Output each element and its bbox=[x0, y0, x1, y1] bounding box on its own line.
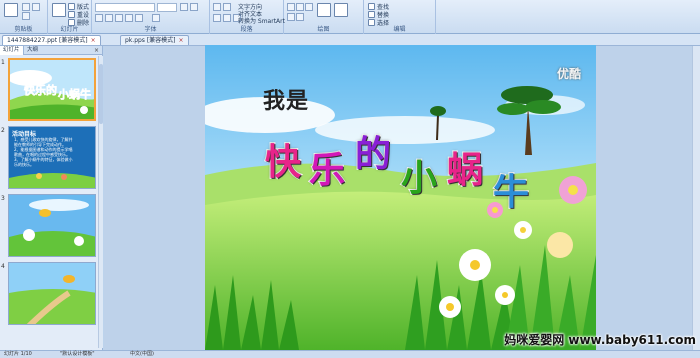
title-char-1: 快 bbox=[264, 141, 302, 184]
current-slide[interactable]: 我是 快 乐 的 小 蜗 牛 优酷 bbox=[205, 45, 596, 350]
doc-tab-label: pk.pps [兼容模式] bbox=[125, 37, 176, 44]
svg-text:快乐的: 快乐的 bbox=[23, 83, 57, 97]
slide-thumbnail-3[interactable] bbox=[8, 194, 96, 257]
group-label: 剪贴板 bbox=[14, 26, 33, 33]
shape-arrow-icon[interactable] bbox=[287, 13, 295, 21]
thumb-line: 乐的快乐。 bbox=[14, 162, 34, 167]
group-label: 绘图 bbox=[317, 26, 330, 33]
scrollbar-thumb[interactable] bbox=[99, 64, 103, 124]
site-watermark: 妈咪爱婴网 www.baby611.com bbox=[504, 333, 696, 347]
group-label: 幻灯片 bbox=[60, 26, 79, 33]
panel-scrollbar[interactable] bbox=[98, 56, 103, 348]
canvas-scrollbar[interactable] bbox=[692, 46, 700, 350]
replace-icon bbox=[368, 11, 375, 18]
title-char-5: 蜗 bbox=[446, 149, 484, 192]
strikethrough-icon[interactable] bbox=[125, 14, 133, 22]
ribbon-group-slides: 版式 重设 删除 幻灯片 bbox=[48, 0, 92, 34]
doc-tab-label: 1447884227.ppt [兼容模式] bbox=[7, 37, 88, 44]
font-name-combo[interactable] bbox=[95, 3, 155, 12]
doc-tab-main[interactable]: 1447884227.ppt [兼容模式] × bbox=[2, 35, 101, 45]
shape-rect-icon[interactable] bbox=[287, 3, 295, 11]
find-icon bbox=[368, 3, 375, 10]
reset-icon bbox=[68, 11, 75, 18]
ribbon-group-paragraph: 文字方向 对齐文本 转换为 SmartArt 段落 bbox=[210, 0, 285, 34]
title-char-4: 小 bbox=[400, 157, 438, 200]
corner-logo: 优酷 bbox=[557, 67, 582, 81]
status-language: 中文(中国) bbox=[130, 351, 154, 357]
thumb-number: 2 bbox=[1, 127, 5, 134]
grow-font-icon[interactable] bbox=[180, 3, 188, 11]
italic-icon[interactable] bbox=[105, 14, 113, 22]
ribbon-group-font: 字体 bbox=[92, 0, 210, 34]
underline-icon[interactable] bbox=[115, 14, 123, 22]
tab-slides[interactable]: 幻灯片 bbox=[0, 46, 24, 55]
layout-icon bbox=[68, 3, 75, 10]
thumb-1-art: 快乐的 小蜗牛 bbox=[10, 60, 94, 119]
format-painter-icon[interactable] bbox=[32, 3, 40, 11]
paste-icon[interactable] bbox=[4, 3, 18, 17]
shape-line-icon[interactable] bbox=[305, 3, 313, 11]
font-size-combo[interactable] bbox=[157, 3, 177, 12]
status-theme: "默认设计模板" bbox=[60, 351, 95, 357]
ribbon-group-drawing: 绘图 bbox=[284, 0, 364, 34]
thumb-4-art bbox=[9, 263, 95, 324]
close-panel-icon[interactable]: × bbox=[94, 46, 99, 55]
title-char-2: 乐 bbox=[308, 149, 346, 192]
ribbon: 剪贴板 版式 重设 删除 幻灯片 字体 文字方向 对齐文本 转换为 SmartA… bbox=[0, 0, 700, 34]
thumb-3-art bbox=[9, 195, 95, 256]
status-slide-info: 幻灯片 1/10 bbox=[4, 351, 32, 357]
tab-outline[interactable]: 大纲 bbox=[24, 46, 41, 55]
title-char-3: 的 bbox=[354, 133, 392, 176]
align-center-icon[interactable] bbox=[223, 14, 231, 22]
shrink-font-icon[interactable] bbox=[190, 3, 198, 11]
status-bar: 幻灯片 1/10 "默认设计模板" 中文(中国) bbox=[0, 350, 700, 358]
slide-thumbnail-1[interactable]: 快乐的 小蜗牛 bbox=[8, 58, 96, 121]
slides-panel: 幻灯片 大纲 × 1 快乐的 小蜗牛 2 活动目标 1、感受儿歌欢快的旋律，了解… bbox=[0, 46, 103, 350]
new-slide-icon[interactable] bbox=[52, 3, 66, 17]
align-left-icon[interactable] bbox=[213, 14, 221, 22]
thumb-2-art bbox=[9, 173, 95, 188]
arrange-icon[interactable] bbox=[317, 3, 331, 17]
title-char-6: 牛 bbox=[492, 171, 530, 214]
slide-pre-title: 我是 bbox=[263, 88, 310, 114]
thumb-number: 1 bbox=[1, 59, 5, 66]
quick-styles-icon[interactable] bbox=[334, 3, 348, 17]
close-icon[interactable]: × bbox=[179, 37, 184, 44]
cut-icon[interactable] bbox=[22, 3, 30, 11]
ribbon-group-editing: 查找 替换 选择 编辑 bbox=[364, 0, 436, 34]
panel-tabs: 幻灯片 大纲 × bbox=[0, 46, 102, 55]
bullets-icon[interactable] bbox=[213, 3, 221, 11]
ribbon-group-clipboard: 剪贴板 bbox=[0, 0, 48, 34]
font-color-icon[interactable] bbox=[152, 14, 160, 22]
shape-star-icon[interactable] bbox=[296, 13, 304, 21]
numbering-icon[interactable] bbox=[223, 3, 231, 11]
svg-text:小蜗牛: 小蜗牛 bbox=[57, 87, 91, 101]
thumb-number: 4 bbox=[1, 263, 5, 270]
thumb-number: 3 bbox=[1, 195, 5, 202]
thumb-text: 1、感受儿歌欢快的旋律，了解并 能在教师的引导下完成动作。 2、能根据图谱和动作… bbox=[14, 137, 94, 167]
copy-icon[interactable] bbox=[22, 12, 30, 20]
doc-tab-pk[interactable]: pk.pps [兼容模式] × bbox=[120, 35, 189, 45]
group-label: 段落 bbox=[240, 26, 253, 33]
bold-icon[interactable] bbox=[95, 14, 103, 22]
group-label: 字体 bbox=[144, 26, 157, 33]
group-label: 编辑 bbox=[393, 26, 406, 33]
shadow-icon[interactable] bbox=[135, 14, 143, 22]
close-icon[interactable]: × bbox=[91, 37, 96, 44]
slide-thumbnail-4[interactable] bbox=[8, 262, 96, 325]
slide-thumbnail-2[interactable]: 活动目标 1、感受儿歌欢快的旋律，了解并 能在教师的引导下完成动作。 2、能根据… bbox=[8, 126, 96, 189]
shape-oval-icon[interactable] bbox=[296, 3, 304, 11]
